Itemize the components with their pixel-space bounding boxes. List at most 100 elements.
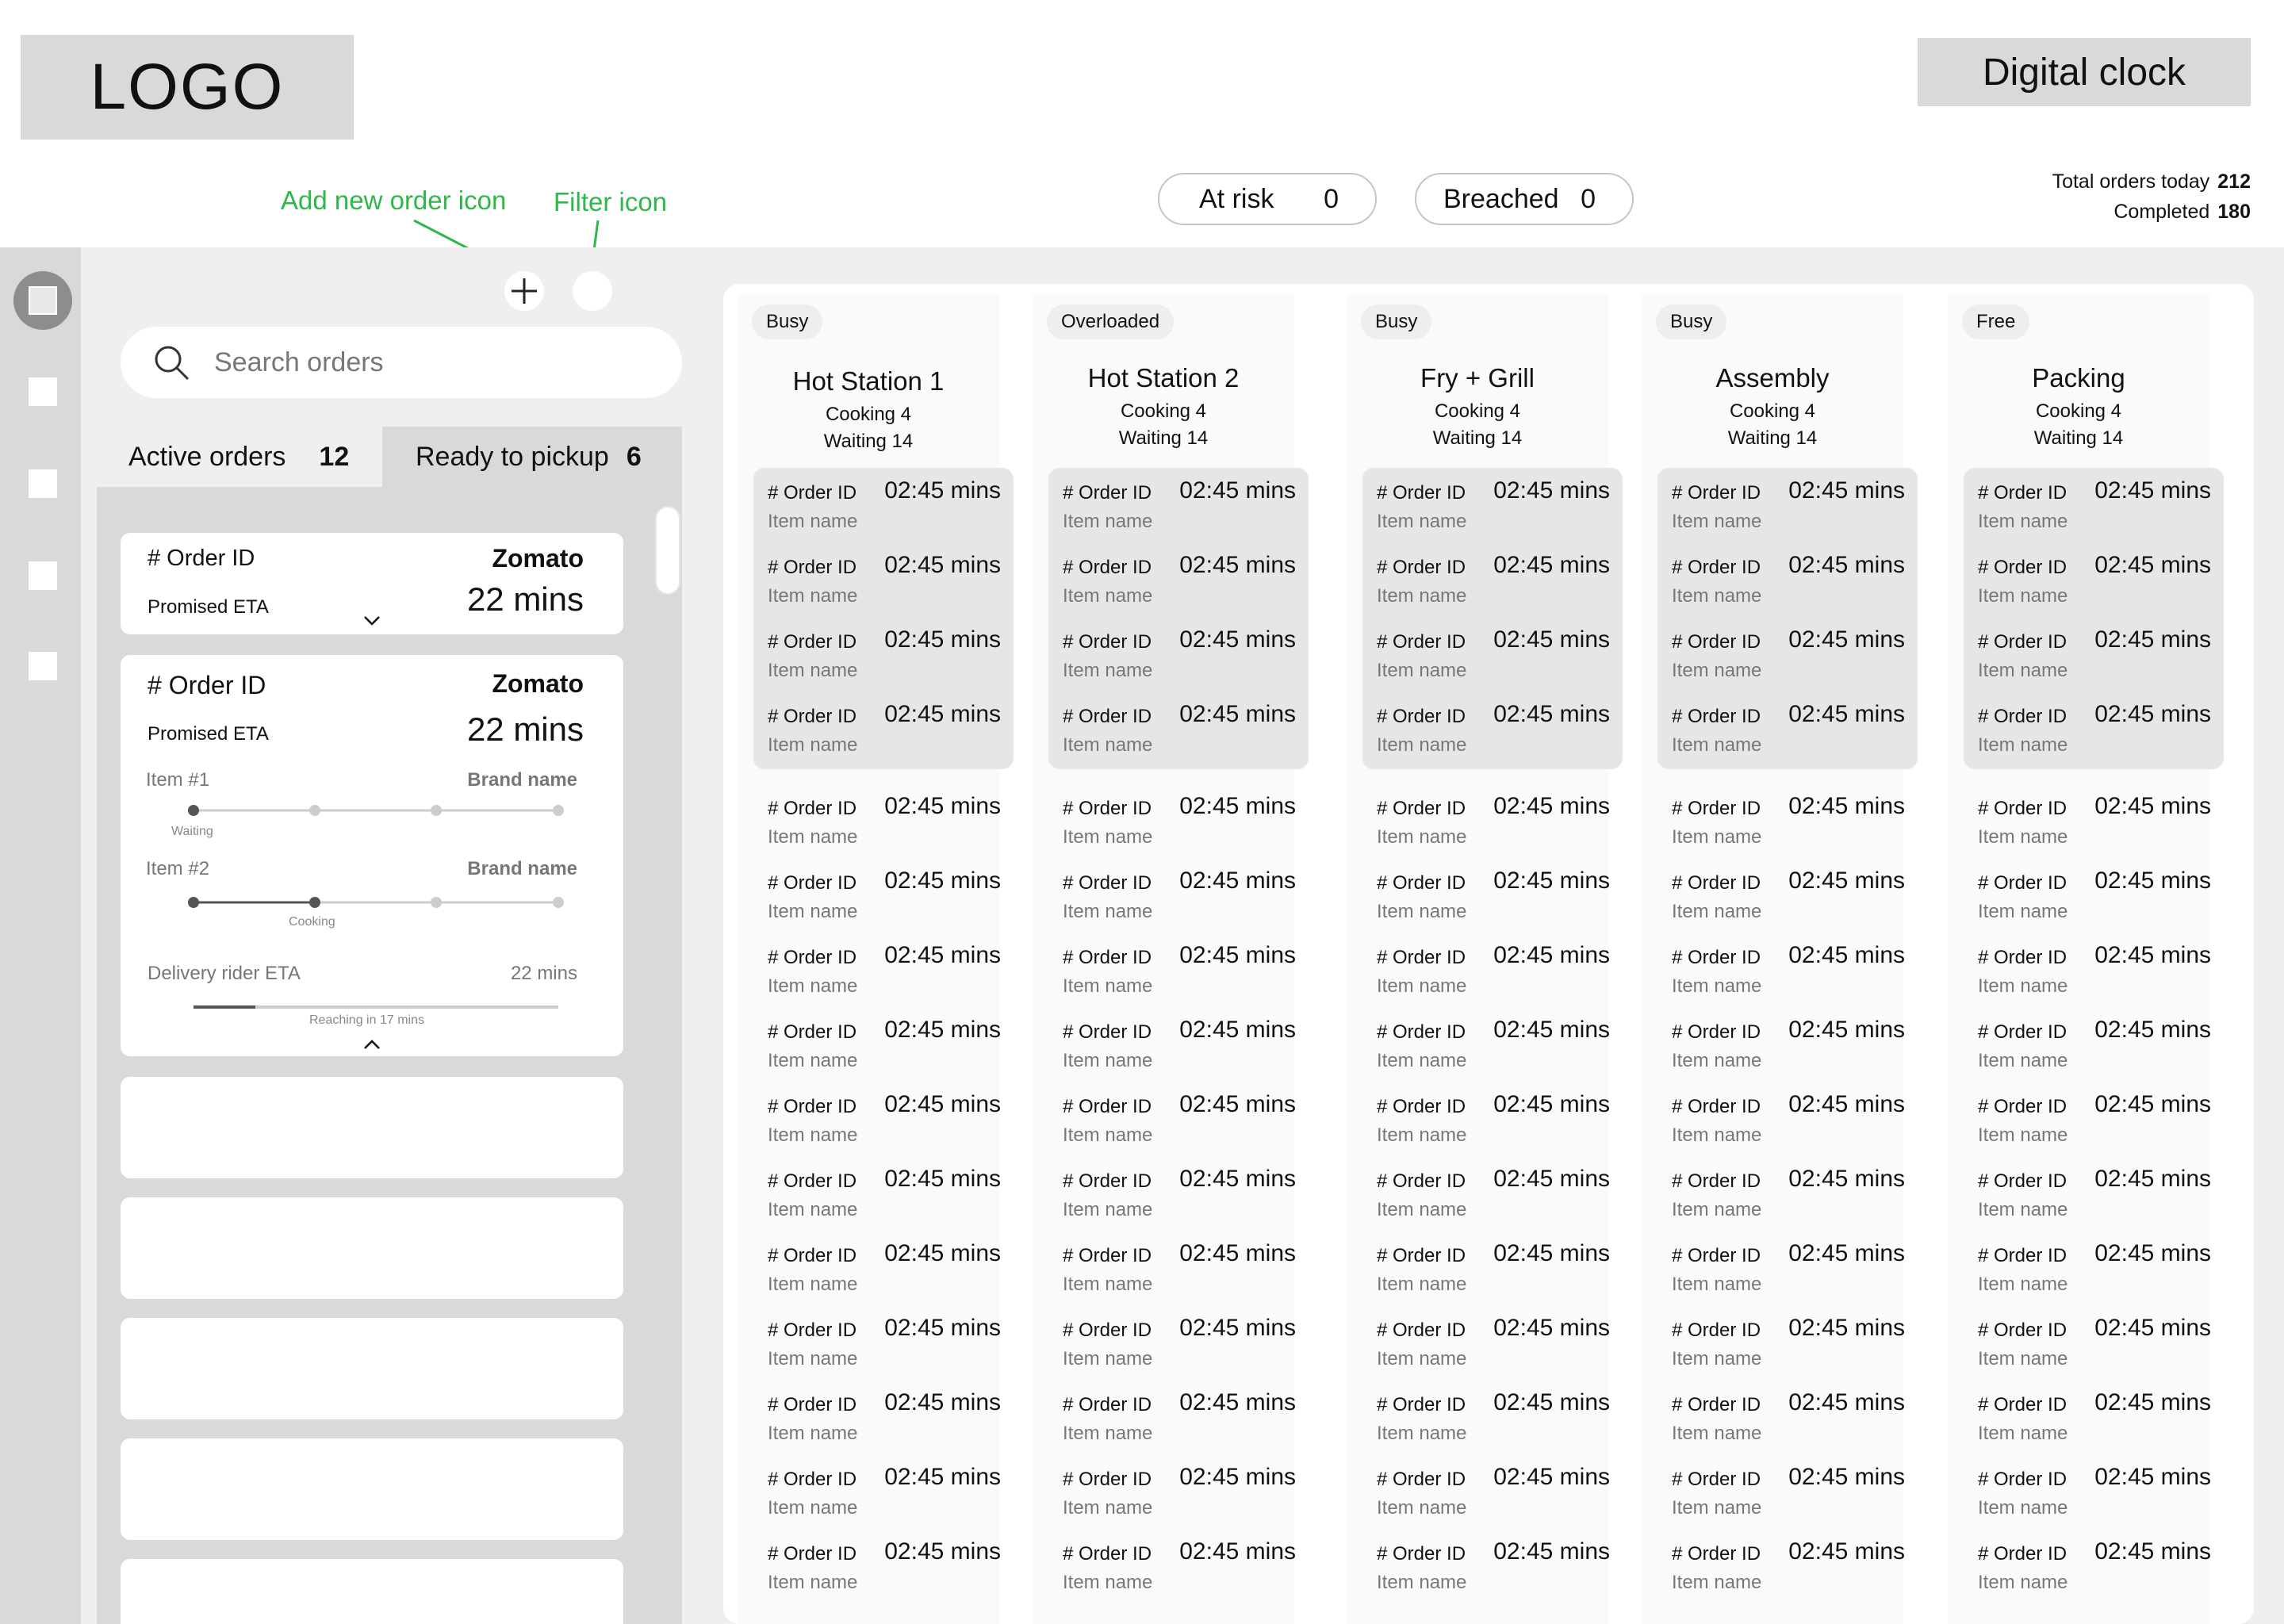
station-order-item[interactable]: # Order ID 02:45 mins Item name	[1362, 552, 1624, 615]
station-order-item[interactable]: # Order ID 02:45 mins Item name	[1362, 1315, 1624, 1378]
station-order-item[interactable]: # Order ID 02:45 mins Item name	[1048, 1315, 1310, 1378]
station-order-item[interactable]: # Order ID 02:45 mins Item name	[1362, 942, 1624, 1005]
station-order-item[interactable]: # Order ID 02:45 mins Item name	[753, 868, 1015, 931]
station-order-item[interactable]: # Order ID 02:45 mins Item name	[1048, 552, 1310, 615]
station-order-item[interactable]: # Order ID 02:45 mins Item name	[1964, 1538, 2225, 1602]
station-order-item[interactable]: # Order ID 02:45 mins Item name	[1048, 701, 1310, 764]
nav-square-icon[interactable]	[29, 561, 57, 590]
station-order-item[interactable]: # Order ID 02:45 mins Item name	[753, 1538, 1015, 1602]
station-order-item[interactable]: # Order ID 02:45 mins Item name	[753, 701, 1015, 764]
station-order-item[interactable]: # Order ID 02:45 mins Item name	[753, 942, 1015, 1005]
station-order-item[interactable]: # Order ID 02:45 mins Item name	[1657, 1017, 1919, 1080]
station-order-item[interactable]: # Order ID 02:45 mins Item name	[1362, 1091, 1624, 1155]
station-order-item[interactable]: # Order ID 02:45 mins Item name	[1657, 1091, 1919, 1155]
nav-square-icon[interactable]	[29, 652, 57, 680]
station-order-item[interactable]: # Order ID 02:45 mins Item name	[753, 1315, 1015, 1378]
station-order-item[interactable]: # Order ID 02:45 mins Item name	[1964, 868, 2225, 931]
station-order-item[interactable]: # Order ID 02:45 mins Item name	[1362, 1464, 1624, 1527]
station-order-item[interactable]: # Order ID 02:45 mins Item name	[753, 1389, 1015, 1453]
chevron-down-icon[interactable]	[363, 615, 381, 626]
breached-pill[interactable]: Breached 0	[1415, 173, 1634, 225]
station-order-item[interactable]: # Order ID 02:45 mins Item name	[753, 1464, 1015, 1527]
station-order-item[interactable]: # Order ID 02:45 mins Item name	[1657, 626, 1919, 690]
station-order-item[interactable]: # Order ID 02:45 mins Item name	[1657, 1389, 1919, 1453]
station-order-item[interactable]: # Order ID 02:45 mins Item name	[1964, 1464, 2225, 1527]
order-card-expanded[interactable]: # Order ID Zomato Promised ETA 22 mins I…	[121, 655, 623, 1056]
station-order-item[interactable]: # Order ID 02:45 mins Item name	[1657, 477, 1919, 541]
station-order-item[interactable]: # Order ID 02:45 mins Item name	[1657, 1240, 1919, 1304]
station-order-item[interactable]: # Order ID 02:45 mins Item name	[753, 626, 1015, 690]
station-order-item[interactable]: # Order ID 02:45 mins Item name	[1657, 1315, 1919, 1378]
station-order-item[interactable]: # Order ID 02:45 mins Item name	[1362, 1538, 1624, 1602]
station-order-item[interactable]: # Order ID 02:45 mins Item name	[1362, 793, 1624, 856]
tab-ready-to-pickup[interactable]: Ready to pickup 6	[382, 427, 642, 487]
home-icon[interactable]	[13, 271, 72, 330]
station-order-item[interactable]: # Order ID 02:45 mins Item name	[1048, 1240, 1310, 1304]
station-order-item[interactable]: # Order ID 02:45 mins Item name	[1048, 1166, 1310, 1229]
station-order-item[interactable]: # Order ID 02:45 mins Item name	[1048, 942, 1310, 1005]
station-order-item[interactable]: # Order ID 02:45 mins Item name	[753, 1017, 1015, 1080]
station-order-item[interactable]: # Order ID 02:45 mins Item name	[1964, 942, 2225, 1005]
order-card-placeholder[interactable]	[121, 1438, 623, 1540]
station-order-item[interactable]: # Order ID 02:45 mins Item name	[1964, 1389, 2225, 1453]
station-order-item[interactable]: # Order ID 02:45 mins Item name	[1964, 1166, 2225, 1229]
scrollbar-thumb[interactable]	[655, 506, 680, 595]
station-order-item[interactable]: # Order ID 02:45 mins Item name	[1048, 626, 1310, 690]
station-order-item[interactable]: # Order ID 02:45 mins Item name	[753, 1091, 1015, 1155]
station-order-item[interactable]: # Order ID 02:45 mins Item name	[1657, 942, 1919, 1005]
station-order-item[interactable]: # Order ID 02:45 mins Item name	[1362, 1240, 1624, 1304]
station-order-item[interactable]: # Order ID 02:45 mins Item name	[753, 1240, 1015, 1304]
station-order-item[interactable]: # Order ID 02:45 mins Item name	[1048, 1538, 1310, 1602]
station-order-item[interactable]: # Order ID 02:45 mins Item name	[753, 477, 1015, 541]
station-order-item[interactable]: # Order ID 02:45 mins Item name	[1964, 1315, 2225, 1378]
station-order-item[interactable]: # Order ID 02:45 mins Item name	[1362, 477, 1624, 541]
order-card-placeholder[interactable]	[121, 1077, 623, 1178]
station-order-item[interactable]: # Order ID 02:45 mins Item name	[1362, 626, 1624, 690]
station-order-item[interactable]: # Order ID 02:45 mins Item name	[1362, 1166, 1624, 1229]
station-order-item[interactable]: # Order ID 02:45 mins Item name	[1362, 701, 1624, 764]
station-order-item[interactable]: # Order ID 02:45 mins Item name	[1657, 701, 1919, 764]
station-order-item[interactable]: # Order ID 02:45 mins Item name	[753, 1166, 1015, 1229]
station-order-time: 02:45 mins	[2094, 1240, 2211, 1266]
chevron-up-icon[interactable]	[363, 1039, 381, 1050]
station-order-item[interactable]: # Order ID 02:45 mins Item name	[1964, 552, 2225, 615]
station-order-item-name: Item name	[1377, 975, 1467, 997]
station-order-item[interactable]: # Order ID 02:45 mins Item name	[1048, 1389, 1310, 1453]
filter-button[interactable]	[573, 271, 612, 311]
nav-square-icon[interactable]	[29, 469, 57, 498]
nav-square-icon[interactable]	[29, 377, 57, 406]
tab-active-orders[interactable]: Active orders 12	[97, 427, 382, 487]
at-risk-pill[interactable]: At risk 0	[1158, 173, 1377, 225]
search-input[interactable]	[214, 347, 642, 378]
order-card-placeholder[interactable]	[121, 1197, 623, 1299]
station-order-item[interactable]: # Order ID 02:45 mins Item name	[1048, 868, 1310, 931]
station-order-item[interactable]: # Order ID 02:45 mins Item name	[1964, 626, 2225, 690]
station-order-item[interactable]: # Order ID 02:45 mins Item name	[1048, 1091, 1310, 1155]
order-card-placeholder[interactable]	[121, 1318, 623, 1419]
station-order-item[interactable]: # Order ID 02:45 mins Item name	[1657, 1538, 1919, 1602]
station-order-item[interactable]: # Order ID 02:45 mins Item name	[1048, 477, 1310, 541]
add-order-button[interactable]	[504, 271, 544, 311]
station-order-item[interactable]: # Order ID 02:45 mins Item name	[1964, 1240, 2225, 1304]
station-order-item[interactable]: # Order ID 02:45 mins Item name	[753, 552, 1015, 615]
station-order-item[interactable]: # Order ID 02:45 mins Item name	[1362, 1017, 1624, 1080]
station-order-item[interactable]: # Order ID 02:45 mins Item name	[1048, 793, 1310, 856]
station-order-item[interactable]: # Order ID 02:45 mins Item name	[1048, 1464, 1310, 1527]
station-order-item[interactable]: # Order ID 02:45 mins Item name	[1657, 1464, 1919, 1527]
station-order-item[interactable]: # Order ID 02:45 mins Item name	[1657, 552, 1919, 615]
station-order-item[interactable]: # Order ID 02:45 mins Item name	[1964, 477, 2225, 541]
station-order-item[interactable]: # Order ID 02:45 mins Item name	[1964, 1091, 2225, 1155]
station-order-item[interactable]: # Order ID 02:45 mins Item name	[1657, 868, 1919, 931]
search-bar[interactable]	[121, 327, 682, 398]
order-card-placeholder[interactable]	[121, 1559, 623, 1624]
station-order-item[interactable]: # Order ID 02:45 mins Item name	[753, 793, 1015, 856]
station-order-item[interactable]: # Order ID 02:45 mins Item name	[1657, 1166, 1919, 1229]
station-order-item[interactable]: # Order ID 02:45 mins Item name	[1964, 1017, 2225, 1080]
station-order-item[interactable]: # Order ID 02:45 mins Item name	[1362, 1389, 1624, 1453]
station-order-item[interactable]: # Order ID 02:45 mins Item name	[1964, 793, 2225, 856]
station-order-item[interactable]: # Order ID 02:45 mins Item name	[1964, 701, 2225, 764]
order-card-collapsed[interactable]: # Order ID Zomato Promised ETA 22 mins	[121, 533, 623, 634]
station-order-item[interactable]: # Order ID 02:45 mins Item name	[1657, 793, 1919, 856]
station-order-item[interactable]: # Order ID 02:45 mins Item name	[1048, 1017, 1310, 1080]
station-order-item[interactable]: # Order ID 02:45 mins Item name	[1362, 868, 1624, 931]
